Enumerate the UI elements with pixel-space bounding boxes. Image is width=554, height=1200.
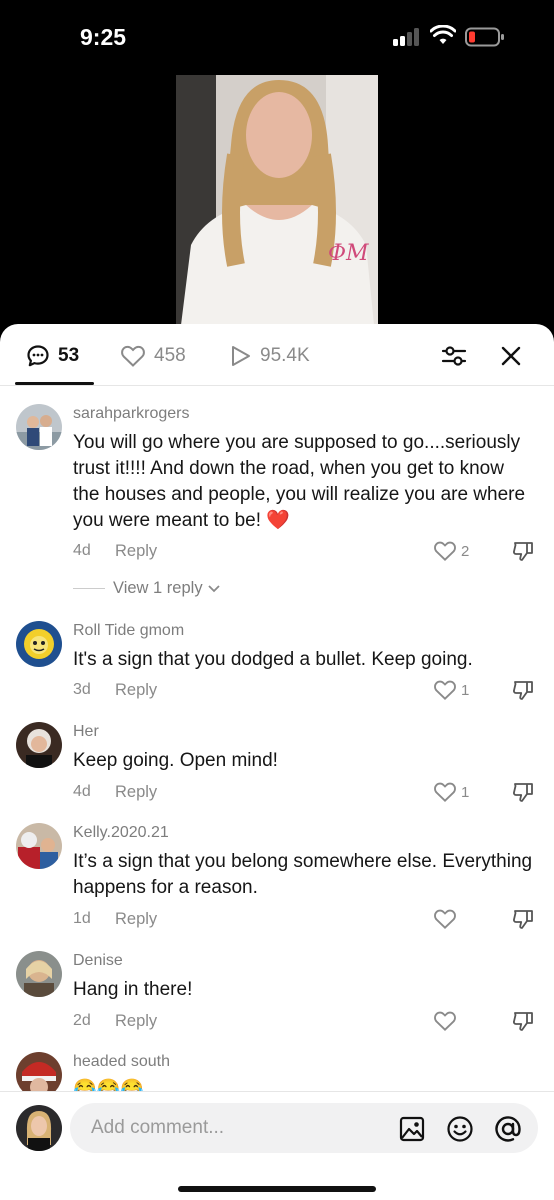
comment-input-container [70, 1103, 538, 1153]
status-bar: 9:25 [0, 0, 554, 72]
views-count: 95.4K [260, 345, 310, 366]
like-button[interactable] [433, 907, 461, 931]
comment-input[interactable] [91, 1103, 381, 1153]
divider [73, 588, 105, 589]
heart-icon [434, 1011, 456, 1031]
like-button[interactable]: 1 [433, 780, 469, 804]
heart-icon [434, 680, 456, 700]
comment-username[interactable]: headed south [73, 1053, 170, 1071]
mention-icon[interactable] [494, 1115, 522, 1143]
play-icon [232, 346, 250, 366]
video-preview[interactable]: ΦM [176, 75, 378, 325]
emoji-icon[interactable] [446, 1115, 474, 1143]
view-replies-label: View 1 reply [113, 579, 203, 597]
comment-bubble-icon [27, 345, 49, 367]
like-button[interactable]: 1 [433, 678, 469, 702]
avatar[interactable] [16, 621, 62, 667]
avatar[interactable] [16, 823, 62, 869]
comment-text: You will go where you are supposed to go… [73, 432, 526, 531]
filter-sliders-icon[interactable] [440, 342, 468, 370]
comment-text: Keep going. Open mind! [73, 750, 278, 771]
reply-button[interactable]: Reply [115, 783, 157, 802]
like-button[interactable] [433, 1009, 461, 1033]
home-indicator [178, 1186, 376, 1192]
like-count: 1 [461, 783, 470, 801]
reply-button[interactable]: Reply [115, 1012, 157, 1031]
comment-username[interactable]: Kelly.2020.21 [73, 824, 169, 842]
comment-age: 4d [73, 542, 91, 559]
tab-views[interactable]: 95.4K [230, 342, 310, 370]
like-button[interactable]: 2 [433, 539, 469, 563]
comment-age: 3d [73, 681, 91, 698]
heart-icon [434, 782, 456, 802]
heart-icon [434, 541, 456, 561]
video-frame-image: ΦM [176, 75, 378, 325]
chevron-down-icon [207, 584, 220, 592]
close-icon[interactable] [498, 343, 524, 369]
like-count: 2 [461, 542, 470, 560]
dislike-icon[interactable] [511, 907, 535, 931]
comment-text: It’s a sign that you belong somewhere el… [73, 851, 533, 898]
user-avatar[interactable] [16, 1105, 62, 1151]
comments-sheet: 53 458 95.4K sarahparkrogers You will go… [0, 324, 554, 1200]
reply-button[interactable]: Reply [115, 910, 157, 929]
comment-username[interactable]: Denise [73, 952, 123, 970]
heart-icon [434, 909, 456, 929]
comments-header: 53 458 95.4K [0, 324, 554, 386]
image-icon[interactable] [398, 1115, 426, 1143]
comment-text: It's a sign that you dodged a bullet. Ke… [73, 649, 473, 670]
comment-text: Hang in there! [73, 979, 193, 1000]
comment-username[interactable]: Her [73, 723, 99, 741]
comment-age: 2d [73, 1012, 91, 1029]
likes-count: 458 [154, 345, 186, 366]
avatar[interactable] [16, 404, 62, 450]
cellular-signal-icon [393, 28, 423, 46]
comment-age: 1d [73, 910, 91, 927]
tab-likes[interactable]: 458 [120, 342, 186, 370]
comment-username[interactable]: Roll Tide gmom [73, 622, 184, 640]
avatar[interactable] [16, 1052, 62, 1091]
like-count: 1 [461, 681, 470, 699]
battery-icon [465, 27, 504, 47]
heart-icon [121, 345, 145, 367]
svg-text:ΦM: ΦM [328, 241, 369, 266]
view-replies-button[interactable]: View 1 reply [73, 579, 221, 598]
dislike-icon[interactable] [511, 1009, 535, 1033]
tab-comments[interactable]: 53 [26, 342, 79, 370]
comments-count: 53 [58, 345, 80, 366]
avatar[interactable] [16, 951, 62, 997]
comments-list[interactable]: sarahparkrogers You will go where you ar… [0, 386, 554, 1091]
reply-button[interactable]: Reply [115, 681, 157, 700]
dislike-icon[interactable] [511, 539, 535, 563]
reply-button[interactable]: Reply [115, 542, 157, 561]
dislike-icon[interactable] [511, 780, 535, 804]
wifi-icon [430, 25, 456, 44]
dislike-icon[interactable] [511, 678, 535, 702]
active-tab-indicator [15, 382, 94, 385]
comment-username[interactable]: sarahparkrogers [73, 405, 190, 423]
status-time: 9:25 [80, 24, 127, 50]
avatar[interactable] [16, 722, 62, 768]
comment-input-bar [0, 1091, 554, 1200]
comment-age: 4d [73, 783, 91, 800]
comment-text: 😂😂😂 [73, 1079, 144, 1091]
